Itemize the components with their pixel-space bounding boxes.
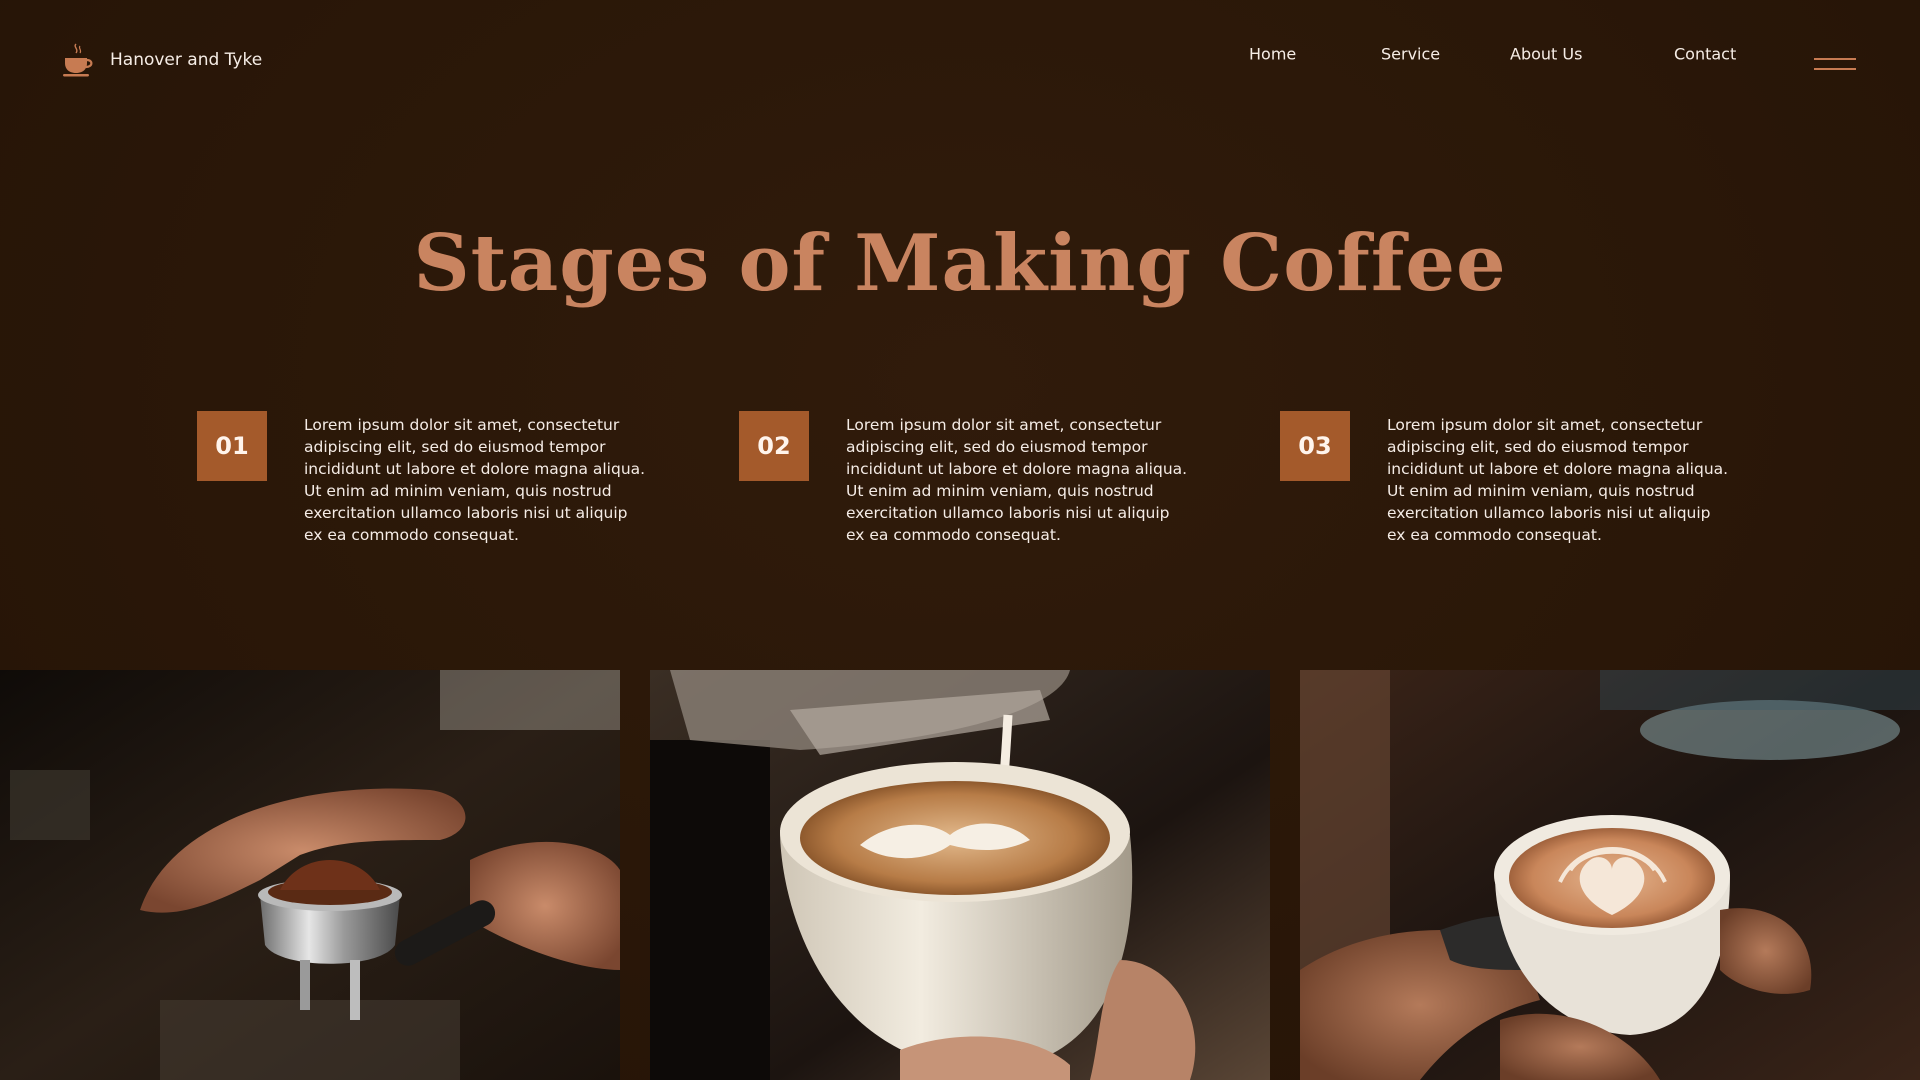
photo-portafilter-grounds [0, 670, 620, 1080]
photo-gallery [0, 670, 1920, 1080]
menu-line-bottom [1814, 68, 1856, 70]
site-header: Hanover and Tyke Home Service About Us C… [0, 0, 1920, 132]
stage-description: Lorem ipsum dolor sit amet, consectetur … [304, 416, 646, 544]
page-title: Stages of Making Coffee [413, 218, 1507, 309]
menu-line-top [1814, 58, 1856, 60]
nav-link-about-us[interactable]: About Us [1510, 45, 1582, 64]
portafilter-illustration [0, 670, 620, 1080]
page: Hanover and Tyke Home Service About Us C… [0, 0, 1920, 1080]
stage-item: 01 Lorem ipsum dolor sit amet, consectet… [197, 411, 647, 561]
stage-number-badge: 02 [739, 411, 809, 481]
stage-description: Lorem ipsum dolor sit amet, consectetur … [846, 416, 1188, 544]
cappuccino-illustration [1300, 670, 1920, 1080]
nav-link-contact[interactable]: Contact [1674, 45, 1736, 64]
nav-link-service[interactable]: Service [1381, 45, 1440, 64]
stage-item: 02 Lorem ipsum dolor sit amet, consectet… [739, 411, 1189, 561]
stage-number-badge: 03 [1280, 411, 1350, 481]
nav-link-home[interactable]: Home [1249, 45, 1296, 64]
stage-item: 03 Lorem ipsum dolor sit amet, consectet… [1280, 411, 1730, 561]
photo-cappuccino-hold [1300, 670, 1920, 1080]
hamburger-menu-icon[interactable] [1814, 56, 1858, 72]
latte-pour-illustration [650, 670, 1270, 1080]
main-nav: Home Service About Us Contact [0, 45, 1920, 78]
photo-latte-pour [650, 670, 1270, 1080]
stage-description: Lorem ipsum dolor sit amet, consectetur … [1387, 416, 1729, 544]
stage-number-badge: 01 [197, 411, 267, 481]
